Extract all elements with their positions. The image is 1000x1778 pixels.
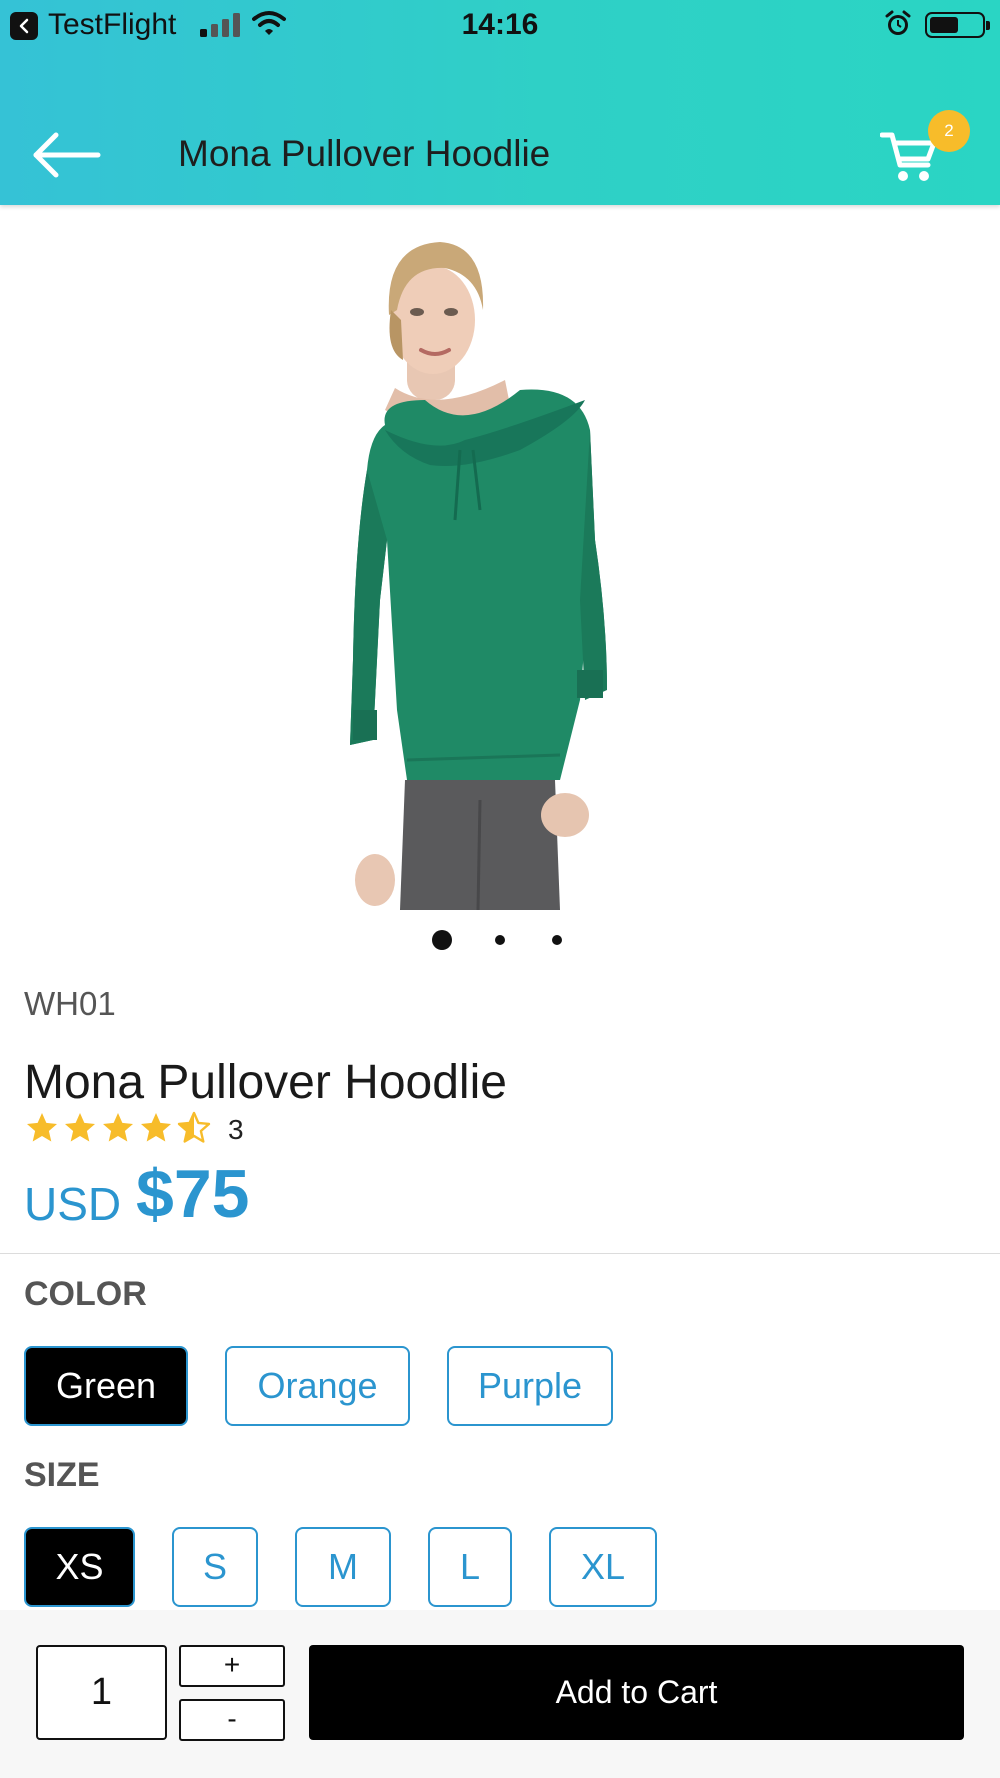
size-option-xl[interactable]: XL xyxy=(549,1527,657,1607)
alarm-icon xyxy=(885,10,911,35)
color-label: COLOR xyxy=(24,1275,147,1313)
carousel-dot-active[interactable] xyxy=(432,930,452,950)
status-time: 14:16 xyxy=(461,8,539,41)
color-option-purple[interactable]: Purple xyxy=(447,1346,613,1426)
arrow-left-icon xyxy=(33,132,101,178)
product-image[interactable] xyxy=(345,240,695,910)
quantity-increment-button[interactable]: + xyxy=(179,1645,285,1687)
color-option-orange[interactable]: Orange xyxy=(225,1346,410,1426)
quantity-input[interactable]: 1 xyxy=(36,1645,167,1740)
review-count[interactable]: 3 xyxy=(228,1114,244,1146)
color-option-green[interactable]: Green xyxy=(24,1346,188,1426)
size-option-s[interactable]: S xyxy=(172,1527,258,1607)
quantity-decrement-button[interactable]: - xyxy=(179,1699,285,1741)
product-sku: WH01 xyxy=(24,985,116,1022)
cart-count-badge: 2 xyxy=(928,110,970,152)
star-icon xyxy=(27,1113,57,1142)
carousel-dot[interactable] xyxy=(552,935,562,945)
page-title: Mona Pullover Hoodlie xyxy=(178,133,551,174)
add-to-cart-button[interactable]: Add to Cart xyxy=(309,1645,964,1740)
half-star-icon xyxy=(177,1111,211,1143)
app-header: TestFlight 14:16 Mona Pullover Hoodlie 2 xyxy=(0,0,1000,205)
star-icon xyxy=(103,1113,133,1142)
size-option-m[interactable]: M xyxy=(295,1527,391,1607)
add-to-cart-bar: 1 + - Add to Cart xyxy=(0,1610,1000,1778)
battery-icon xyxy=(925,12,990,38)
back-button[interactable] xyxy=(30,125,102,185)
star-icon xyxy=(141,1113,171,1142)
star-icon xyxy=(65,1113,95,1142)
size-label: SIZE xyxy=(24,1456,100,1494)
size-option-l[interactable]: L xyxy=(428,1527,512,1607)
price-currency: USD xyxy=(24,1178,122,1230)
image-carousel-dots xyxy=(0,930,1000,950)
size-option-xs[interactable]: XS xyxy=(24,1527,135,1607)
price-value: $75 xyxy=(136,1156,250,1232)
status-bar: TestFlight 14:16 xyxy=(0,0,1000,50)
carousel-dot[interactable] xyxy=(495,935,505,945)
product-name: Mona Pullover Hoodlie xyxy=(24,1056,507,1109)
divider xyxy=(0,1253,1000,1254)
